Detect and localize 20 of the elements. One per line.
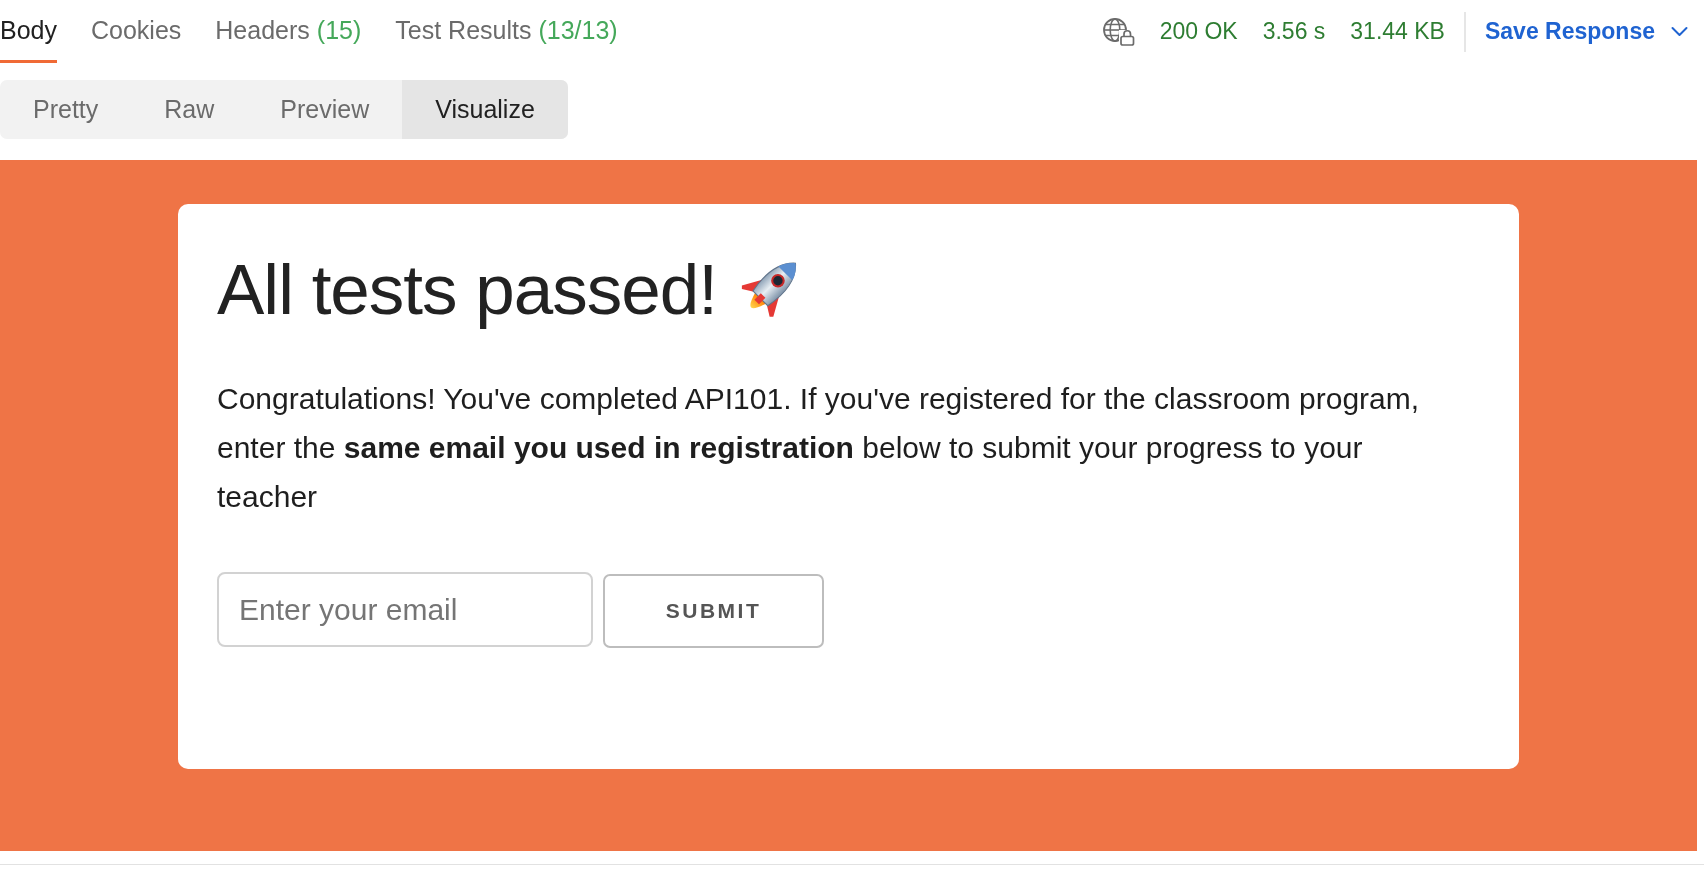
view-tab[interactable]: Visualize: [402, 80, 568, 139]
view-tab[interactable]: Pretty: [0, 80, 132, 139]
response-tab[interactable]: Body: [0, 0, 57, 63]
tab-count: (15): [316, 15, 362, 45]
chevron-down-icon: [1671, 26, 1688, 37]
response-time: 3.56 s: [1262, 18, 1326, 45]
save-response-button[interactable]: Save Response: [1484, 18, 1688, 45]
status-code: 200 OK: [1159, 18, 1238, 45]
email-field[interactable]: Enter your email: [217, 572, 593, 647]
result-message: Congratulations! You've completed API101. If you've registered for the classroom program, enter the same email you used in registration below to submit your progress to your teacher: [217, 381, 1421, 515]
view-tab[interactable]: Raw: [131, 80, 248, 139]
tab-count: (13/13): [538, 15, 618, 45]
result-heading: All tests passed!: [217, 251, 717, 329]
view-tab[interactable]: Preview: [247, 80, 403, 139]
submit-button[interactable]: SUBMIT: [603, 574, 824, 648]
response-tab[interactable]: Test Results (13/13): [395, 0, 618, 63]
response-tab[interactable]: Cookies: [91, 0, 182, 63]
response-tab[interactable]: Headers (15): [215, 0, 362, 63]
globe-lock-icon: [1101, 17, 1135, 46]
response-size: 31.44 KB: [1350, 18, 1445, 45]
